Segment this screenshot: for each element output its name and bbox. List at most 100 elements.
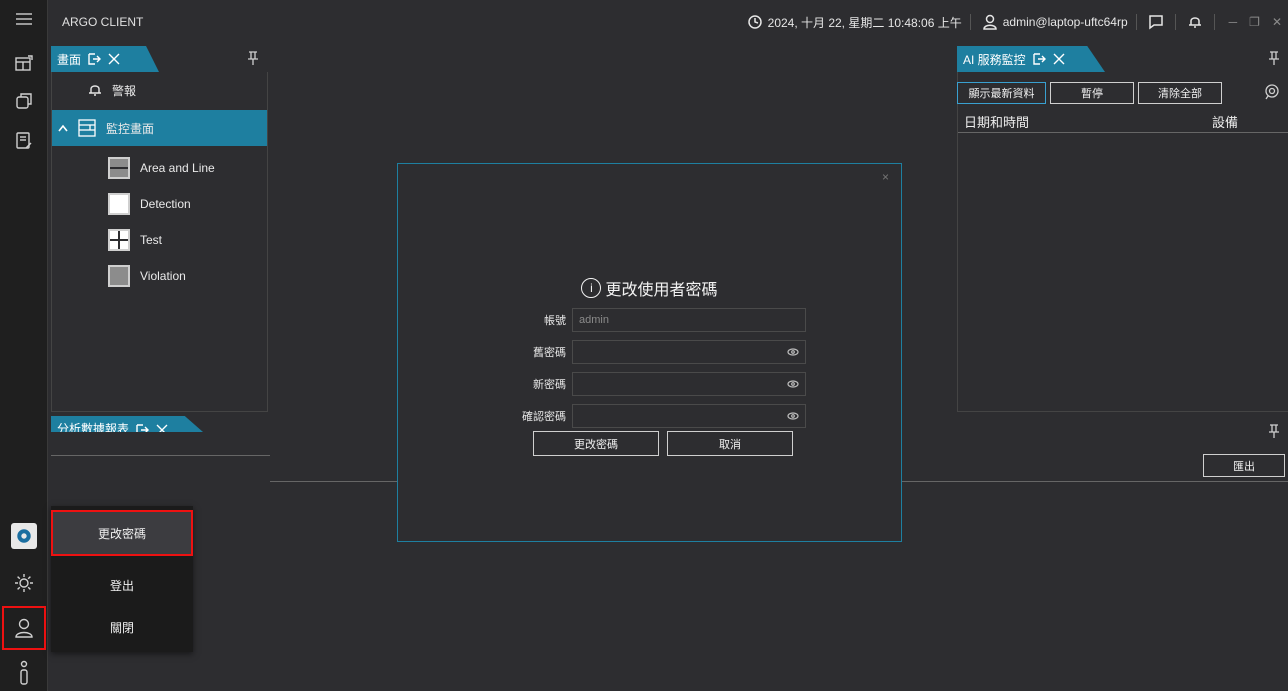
title-bar-right: 2024, 十月 22, 星期二 10:48:06 上午 admin@lapto… bbox=[744, 0, 1288, 44]
dialog-title: i 更改使用者密碼 bbox=[398, 276, 901, 300]
new-password-row: 新密碼 bbox=[498, 372, 808, 396]
account-value: admin bbox=[579, 314, 609, 326]
clock-icon bbox=[744, 11, 766, 33]
pin-icon[interactable] bbox=[1268, 423, 1280, 444]
eye-icon[interactable] bbox=[787, 379, 799, 392]
layout-icon bbox=[78, 119, 96, 137]
eye-icon[interactable] bbox=[787, 411, 799, 424]
show-latest-button[interactable]: 顯示最新資料 bbox=[957, 82, 1046, 104]
divider bbox=[902, 481, 1288, 482]
tree-item-monitor-screens[interactable]: 監控畫面 bbox=[52, 110, 267, 146]
account-field: admin bbox=[572, 308, 806, 332]
monitor-table-header: 日期和時間 設備 bbox=[958, 109, 1288, 133]
confirm-password-label: 確認密碼 bbox=[522, 411, 566, 423]
popout-icon[interactable] bbox=[1032, 52, 1046, 66]
report-edit-icon[interactable] bbox=[6, 126, 42, 156]
chat-icon[interactable] bbox=[1145, 11, 1167, 33]
close-tab-icon[interactable] bbox=[1052, 52, 1066, 66]
dialog-title-text: 更改使用者密碼 bbox=[605, 282, 718, 299]
search-icon[interactable] bbox=[1264, 84, 1280, 105]
app-title: ARGO CLIENT bbox=[62, 15, 144, 29]
close-tab-icon[interactable] bbox=[155, 423, 169, 432]
tree-item-label: Area and Line bbox=[140, 161, 215, 175]
menu-item-change-password[interactable]: 更改密碼 bbox=[51, 510, 193, 556]
tree-item-label: 警報 bbox=[112, 83, 137, 98]
divider bbox=[969, 14, 971, 30]
user-small-icon bbox=[979, 11, 1001, 33]
analytics-header-line bbox=[51, 432, 270, 456]
divider bbox=[1213, 14, 1215, 30]
title-bar: ARGO CLIENT 2024, 十月 22, 星期二 10:48:06 上午… bbox=[48, 0, 1288, 44]
app-window: ARGO CLIENT 2024, 十月 22, 星期二 10:48:06 上午… bbox=[0, 0, 1288, 691]
tab-ai-service-monitor[interactable]: AI 服務監控 bbox=[957, 46, 1105, 72]
old-password-row: 舊密碼 bbox=[498, 340, 808, 364]
icon-rail bbox=[0, 0, 48, 691]
close-dialog-icon[interactable]: × bbox=[882, 170, 889, 184]
tree-item-test[interactable]: Test bbox=[52, 222, 162, 258]
windows-icon[interactable] bbox=[6, 86, 42, 116]
old-password-label: 舊密碼 bbox=[533, 347, 566, 359]
tab-screen-label: 畫面 bbox=[57, 52, 82, 67]
confirm-password-field[interactable] bbox=[572, 404, 806, 428]
change-password-dialog: × i 更改使用者密碼 帳號 admin 舊密碼 新密碼 確認密碼 更改密碼 取… bbox=[397, 163, 902, 542]
eye-icon[interactable] bbox=[787, 347, 799, 360]
info-circle-icon: i bbox=[581, 278, 602, 298]
close-window-icon[interactable]: ✕ bbox=[1272, 15, 1282, 29]
popout-icon[interactable] bbox=[87, 52, 102, 66]
divider bbox=[1174, 14, 1176, 30]
tree-item-label: 監控畫面 bbox=[106, 121, 155, 136]
menu-item-logout[interactable]: 登出 bbox=[51, 562, 193, 608]
divider bbox=[1135, 14, 1137, 30]
bell-icon[interactable] bbox=[1184, 11, 1206, 33]
screen-layout-icon[interactable] bbox=[6, 48, 42, 78]
layout-thumbnail-icon bbox=[108, 229, 130, 251]
screen-tree: 警報 監控畫面 Area and Line Detection Test Vio… bbox=[51, 72, 268, 412]
new-password-field[interactable] bbox=[572, 372, 806, 396]
datetime-text: 2024, 十月 22, 星期二 10:48:06 上午 bbox=[767, 15, 962, 30]
divider bbox=[270, 481, 398, 482]
layout-thumbnail-icon bbox=[108, 193, 130, 215]
user-text[interactable]: admin@laptop-uftc64rp bbox=[1003, 15, 1128, 29]
tree-item-alarm[interactable]: 警報 bbox=[52, 72, 267, 108]
tab-ai-label: AI 服務監控 bbox=[963, 52, 1026, 67]
pin-icon[interactable] bbox=[1268, 50, 1280, 71]
export-button[interactable]: 匯出 bbox=[1203, 454, 1285, 477]
tree-item-label: Detection bbox=[140, 197, 191, 211]
confirm-password-row: 確認密碼 bbox=[498, 404, 808, 428]
column-device[interactable]: 設備 bbox=[1212, 112, 1238, 131]
tree-item-area-and-line[interactable]: Area and Line bbox=[52, 150, 215, 186]
tree-item-label: Violation bbox=[140, 269, 186, 283]
restore-icon[interactable]: ❐ bbox=[1249, 15, 1260, 29]
submit-change-password-button[interactable]: 更改密碼 bbox=[533, 431, 659, 456]
settings-active-icon[interactable] bbox=[11, 523, 37, 549]
bell-icon bbox=[88, 83, 102, 97]
popout-icon[interactable] bbox=[135, 423, 150, 432]
column-datetime[interactable]: 日期和時間 bbox=[964, 112, 1029, 131]
chevron-up-icon[interactable] bbox=[58, 124, 68, 132]
close-tab-icon[interactable] bbox=[107, 52, 121, 66]
tab-screen[interactable]: 畫面 bbox=[51, 46, 159, 72]
pin-icon[interactable] bbox=[247, 50, 259, 71]
minimize-icon[interactable]: ─ bbox=[1229, 15, 1238, 29]
tab-analytics-report[interactable]: 分析數據報表 bbox=[51, 416, 203, 432]
tab-analytics-label: 分析數據報表 bbox=[57, 422, 130, 432]
settings-icon[interactable] bbox=[6, 568, 42, 598]
new-password-label: 新密碼 bbox=[533, 379, 566, 391]
layout-thumbnail-icon bbox=[108, 157, 130, 179]
info-icon[interactable] bbox=[6, 658, 42, 688]
clear-all-button[interactable]: 清除全部 bbox=[1138, 82, 1222, 104]
account-row: 帳號 admin bbox=[498, 308, 808, 332]
cancel-button[interactable]: 取消 bbox=[667, 431, 793, 456]
tree-item-label: Test bbox=[140, 233, 163, 247]
pause-button[interactable]: 暫停 bbox=[1050, 82, 1134, 104]
user-icon[interactable] bbox=[2, 606, 46, 650]
old-password-field[interactable] bbox=[572, 340, 806, 364]
tree-item-detection[interactable]: Detection bbox=[52, 186, 191, 222]
layout-thumbnail-icon bbox=[108, 265, 130, 287]
screen-panel: 畫面 警報 監控畫面 Area and Line Detection Test … bbox=[51, 44, 268, 412]
account-label: 帳號 bbox=[544, 315, 566, 327]
user-menu: 更改密碼 登出 關閉 bbox=[51, 506, 193, 652]
tree-item-violation[interactable]: Violation bbox=[52, 258, 186, 294]
hamburger-menu-icon[interactable] bbox=[6, 4, 42, 34]
menu-item-close[interactable]: 關閉 bbox=[51, 604, 193, 650]
